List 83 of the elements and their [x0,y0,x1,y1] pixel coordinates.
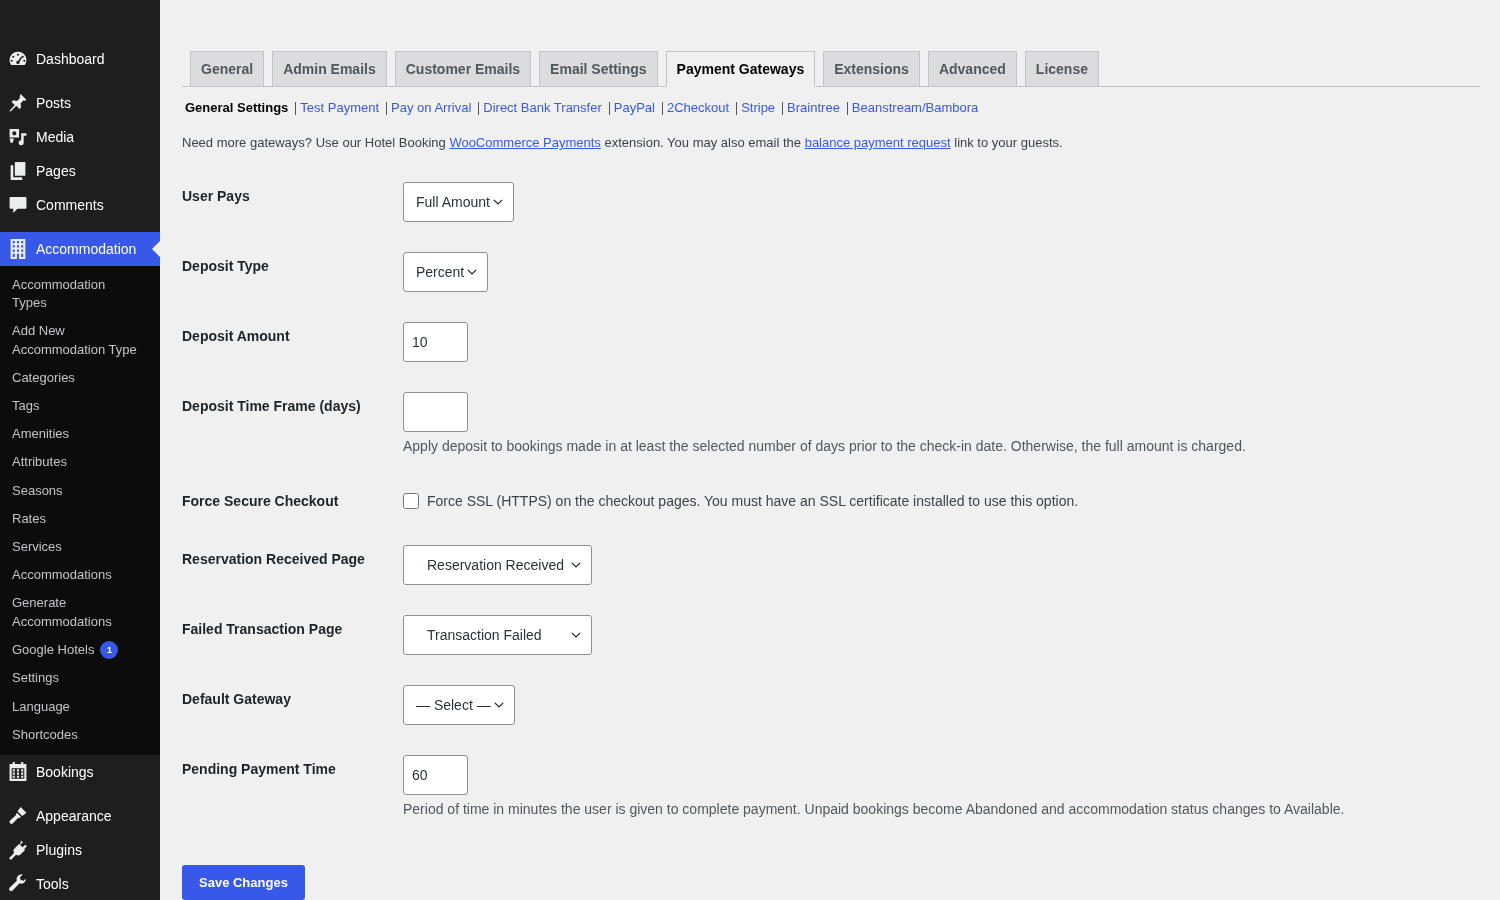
submenu-item[interactable]: Tags [0,392,160,421]
submenu-item[interactable]: Rates [0,504,160,534]
text-link[interactable]: balance payment request [804,135,951,150]
notification-count: 1 [100,641,119,660]
text-input[interactable] [403,392,468,432]
chevron-down-icon [571,632,581,638]
select-dropdown[interactable]: Reservation Received [403,545,592,585]
building-icon [8,239,28,259]
field-label: Deposit Type [182,257,270,276]
submenu-item[interactable]: Generate Accommodations [0,589,160,636]
field-label: User Pays [182,187,251,206]
submenu-item[interactable]: Accommodations [0,561,160,590]
calendar-icon [8,762,28,782]
submenu-item[interactable]: Add New Accommodation Type [0,317,160,364]
select-dropdown[interactable]: Percent [403,252,489,292]
tab[interactable]: Advanced [927,51,1017,86]
subnav-link[interactable]: Direct Bank Transfer [483,98,602,118]
sidebar-menu-item[interactable]: Appearance [0,799,160,833]
tab[interactable]: Admin Emails [272,51,387,86]
subnav-link[interactable]: Braintree [787,98,840,118]
field-label: Failed Transaction Page [182,620,344,639]
plug-icon [8,840,28,860]
submenu-item[interactable]: Google Hotels 1 [0,635,160,665]
submenu-item[interactable]: Categories [0,363,160,392]
photo-music-icon [8,127,28,147]
text-input[interactable]: 60 [403,755,468,795]
subnav-link[interactable]: Beanstream/Bambora [851,98,979,118]
chevron-down-icon [571,562,581,568]
sidebar-menu-item[interactable]: Media [0,120,160,154]
sidebar-menu-item[interactable]: Tools [0,867,160,900]
field-description: Period of time in minutes the user is given to complete payment. Unpaid bookings become Abandoned and accommodation status changes to Available. [403,800,1346,819]
tab[interactable]: General [190,51,265,86]
submenu-item[interactable]: Language [0,692,160,721]
field-label: Pending Payment Time [182,760,337,779]
field-description: Apply deposit to bookings made in at least the selected number of days prior to the check-in date. Otherwise, the full amount is charged. [403,437,1247,456]
select-dropdown[interactable]: Full Amount [403,182,514,222]
pushpin-icon [8,93,28,113]
submenu-item[interactable]: Attributes [0,448,160,477]
speech-bubble-icon [8,195,28,215]
chevron-down-icon [492,199,503,205]
wrench-icon [8,874,28,894]
select-dropdown[interactable]: Transaction Failed [403,615,592,655]
select-dropdown[interactable]: — Select — [403,685,515,725]
field-label: Reservation Received Page [182,550,366,569]
subnav-link[interactable]: Pay on Arrival [391,98,472,118]
submenu-item[interactable]: Amenities [0,420,160,449]
subnav-link[interactable]: PayPal [613,98,655,118]
sidebar-menu-item[interactable]: Accommodation [0,232,160,266]
tab[interactable]: Payment Gateways [665,51,816,87]
submenu-item[interactable]: Seasons [0,476,160,505]
sidebar-menu-item[interactable]: Bookings [0,755,160,789]
subnav-current-item[interactable]: General Settings [185,98,289,118]
sidebar-menu-item[interactable]: Pages [0,154,160,188]
tab[interactable]: Extensions [823,51,920,86]
chevron-down-icon [467,269,478,275]
submenu-item[interactable]: Settings [0,664,160,693]
chevron-down-icon [493,702,504,708]
subnav-link[interactable]: Stripe [741,98,776,118]
sidebar-menu-item[interactable]: Plugins [0,833,160,867]
submenu-item[interactable]: Shortcodes [0,720,160,749]
text-input[interactable]: 10 [403,322,468,362]
checkbox-label: Force SSL (HTTPS) on the checkout pages. You must have an SSL certificate installed to use this option. [427,491,1079,511]
tab[interactable]: Email Settings [539,51,658,86]
sidebar-menu-item[interactable]: Posts [0,86,160,120]
field-label: Force Secure Checkout [182,492,340,511]
field-label: Deposit Amount [182,327,291,346]
pointer-triangle-icon [152,241,160,257]
paintbrush-icon [8,806,28,826]
sidebar-menu-item[interactable]: Comments [0,188,160,222]
subnav-link[interactable]: Test Payment [300,98,380,118]
field-label: Default Gateway [182,690,292,709]
checkbox[interactable] [403,493,419,509]
tab[interactable]: Customer Emails [394,51,532,86]
field-label: Deposit Time Frame (days) [182,397,362,416]
subnav-link[interactable]: 2Checkout [667,98,730,118]
save-changes-button[interactable]: Save Changes [182,865,305,900]
pages-icon [8,161,28,181]
submenu-item[interactable]: Services [0,533,160,562]
info-text: Need more gateways? Use our Hotel Booking WooCommerce Payments extension. You may also email the balance payment request link to your guests. [182,134,1064,152]
sidebar-menu-item[interactable]: Dashboard [0,42,160,76]
submenu-item[interactable]: Accommodation Types [0,271,160,318]
tab[interactable]: License [1024,51,1099,86]
text-link[interactable]: WooCommerce Payments [449,135,601,150]
